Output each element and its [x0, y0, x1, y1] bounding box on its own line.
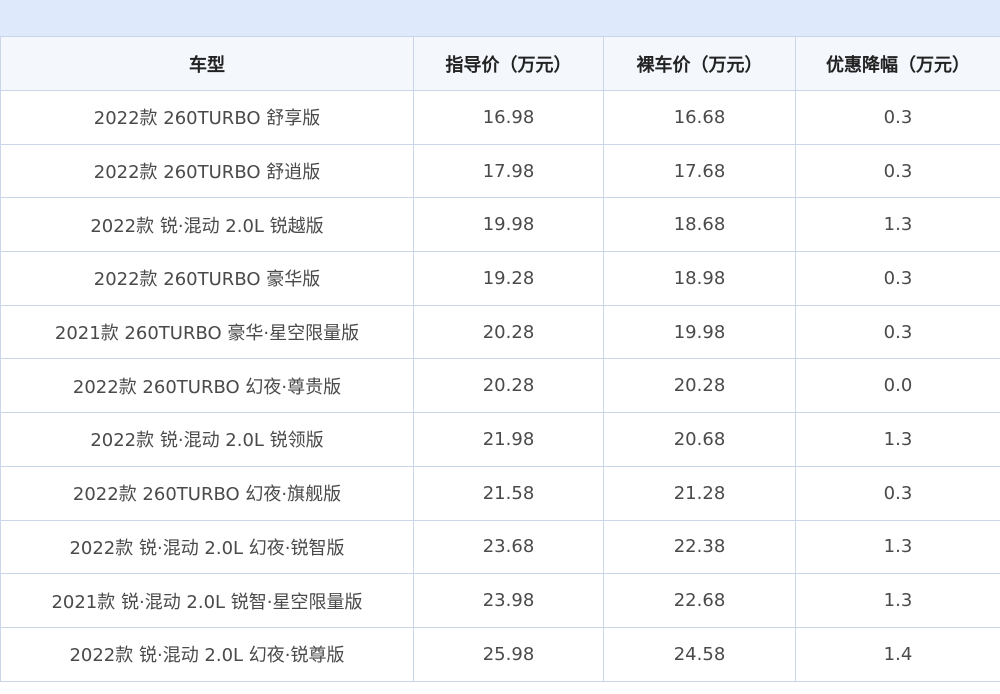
table-row: 2022款 锐·混动 2.0L 幻夜·锐智版 23.68 22.38 1.3 — [0, 519, 1000, 575]
cell-model: 2022款 260TURBO 舒享版 — [0, 90, 414, 145]
cell-discount: 0.3 — [795, 304, 1000, 360]
cell-guide-price: 16.98 — [413, 90, 604, 145]
table-row: 2022款 260TURBO 幻夜·尊贵版 20.28 20.28 0.0 — [0, 358, 1000, 414]
cell-bare-price: 18.98 — [603, 251, 796, 306]
cell-model: 2022款 锐·混动 2.0L 锐越版 — [0, 197, 414, 253]
cell-discount: 1.3 — [795, 197, 1000, 253]
table-row: 2022款 锐·混动 2.0L 锐领版 21.98 20.68 1.3 — [0, 412, 1000, 467]
cell-guide-price: 23.98 — [413, 573, 604, 628]
cell-model: 2022款 260TURBO 幻夜·旗舰版 — [0, 465, 414, 521]
table-row: 2021款 锐·混动 2.0L 锐智·星空限量版 23.98 22.68 1.3 — [0, 573, 1000, 628]
table-row: 2022款 锐·混动 2.0L 幻夜·锐尊版 25.98 24.58 1.4 — [0, 626, 1000, 682]
cell-guide-price: 19.98 — [413, 197, 604, 253]
table-row: 2022款 260TURBO 幻夜·旗舰版 21.58 21.28 0.3 — [0, 465, 1000, 521]
table-row: 2022款 260TURBO 豪华版 19.28 18.98 0.3 — [0, 251, 1000, 306]
cell-discount: 1.3 — [795, 519, 1000, 575]
cell-guide-price: 17.98 — [413, 143, 604, 199]
cell-guide-price: 21.98 — [413, 412, 604, 467]
cell-model: 2022款 260TURBO 舒逍版 — [0, 143, 414, 199]
cell-guide-price: 20.28 — [413, 304, 604, 360]
table-row: 2022款 260TURBO 舒逍版 17.98 17.68 0.3 — [0, 143, 1000, 199]
cell-discount: 1.4 — [795, 626, 1000, 682]
cell-bare-price: 18.68 — [603, 197, 796, 253]
cell-discount: 0.0 — [795, 358, 1000, 414]
cell-model: 2022款 260TURBO 豪华版 — [0, 251, 414, 306]
cell-bare-price: 19.98 — [603, 304, 796, 360]
cell-guide-price: 23.68 — [413, 519, 604, 575]
cell-bare-price: 17.68 — [603, 143, 796, 199]
cell-discount: 0.3 — [795, 143, 1000, 199]
table-header-row: 车型 指导价（万元） 裸车价（万元） 优惠降幅（万元） — [0, 36, 1000, 91]
header-bare-price: 裸车价（万元） — [603, 36, 796, 91]
cell-guide-price: 25.98 — [413, 626, 604, 682]
table-row: 2021款 260TURBO 豪华·星空限量版 20.28 19.98 0.3 — [0, 304, 1000, 360]
cell-discount: 1.3 — [795, 573, 1000, 628]
cell-model: 2022款 锐·混动 2.0L 锐领版 — [0, 412, 414, 467]
header-guide-price: 指导价（万元） — [413, 36, 604, 91]
cell-bare-price: 16.68 — [603, 90, 796, 145]
cell-bare-price: 24.58 — [603, 626, 796, 682]
table-row: 2022款 锐·混动 2.0L 锐越版 19.98 18.68 1.3 — [0, 197, 1000, 253]
top-band — [0, 0, 1000, 36]
cell-bare-price: 22.68 — [603, 573, 796, 628]
cell-discount: 0.3 — [795, 251, 1000, 306]
cell-guide-price: 20.28 — [413, 358, 604, 414]
table-row: 2022款 260TURBO 舒享版 16.98 16.68 0.3 — [0, 90, 1000, 145]
cell-guide-price: 19.28 — [413, 251, 604, 306]
cell-bare-price: 20.68 — [603, 412, 796, 467]
cell-discount: 0.3 — [795, 90, 1000, 145]
cell-bare-price: 20.28 — [603, 358, 796, 414]
cell-model: 2021款 260TURBO 豪华·星空限量版 — [0, 304, 414, 360]
cell-model: 2021款 锐·混动 2.0L 锐智·星空限量版 — [0, 573, 414, 628]
cell-model: 2022款 锐·混动 2.0L 幻夜·锐智版 — [0, 519, 414, 575]
cell-bare-price: 22.38 — [603, 519, 796, 575]
price-table: 车型 指导价（万元） 裸车价（万元） 优惠降幅（万元） 2022款 260TUR… — [0, 36, 1000, 682]
cell-model: 2022款 260TURBO 幻夜·尊贵版 — [0, 358, 414, 414]
cell-discount: 1.3 — [795, 412, 1000, 467]
cell-bare-price: 21.28 — [603, 465, 796, 521]
cell-guide-price: 21.58 — [413, 465, 604, 521]
cell-model: 2022款 锐·混动 2.0L 幻夜·锐尊版 — [0, 626, 414, 682]
cell-discount: 0.3 — [795, 465, 1000, 521]
header-model: 车型 — [0, 36, 414, 91]
header-discount: 优惠降幅（万元） — [795, 36, 1000, 91]
price-table-container: 车型 指导价（万元） 裸车价（万元） 优惠降幅（万元） 2022款 260TUR… — [0, 36, 1000, 694]
